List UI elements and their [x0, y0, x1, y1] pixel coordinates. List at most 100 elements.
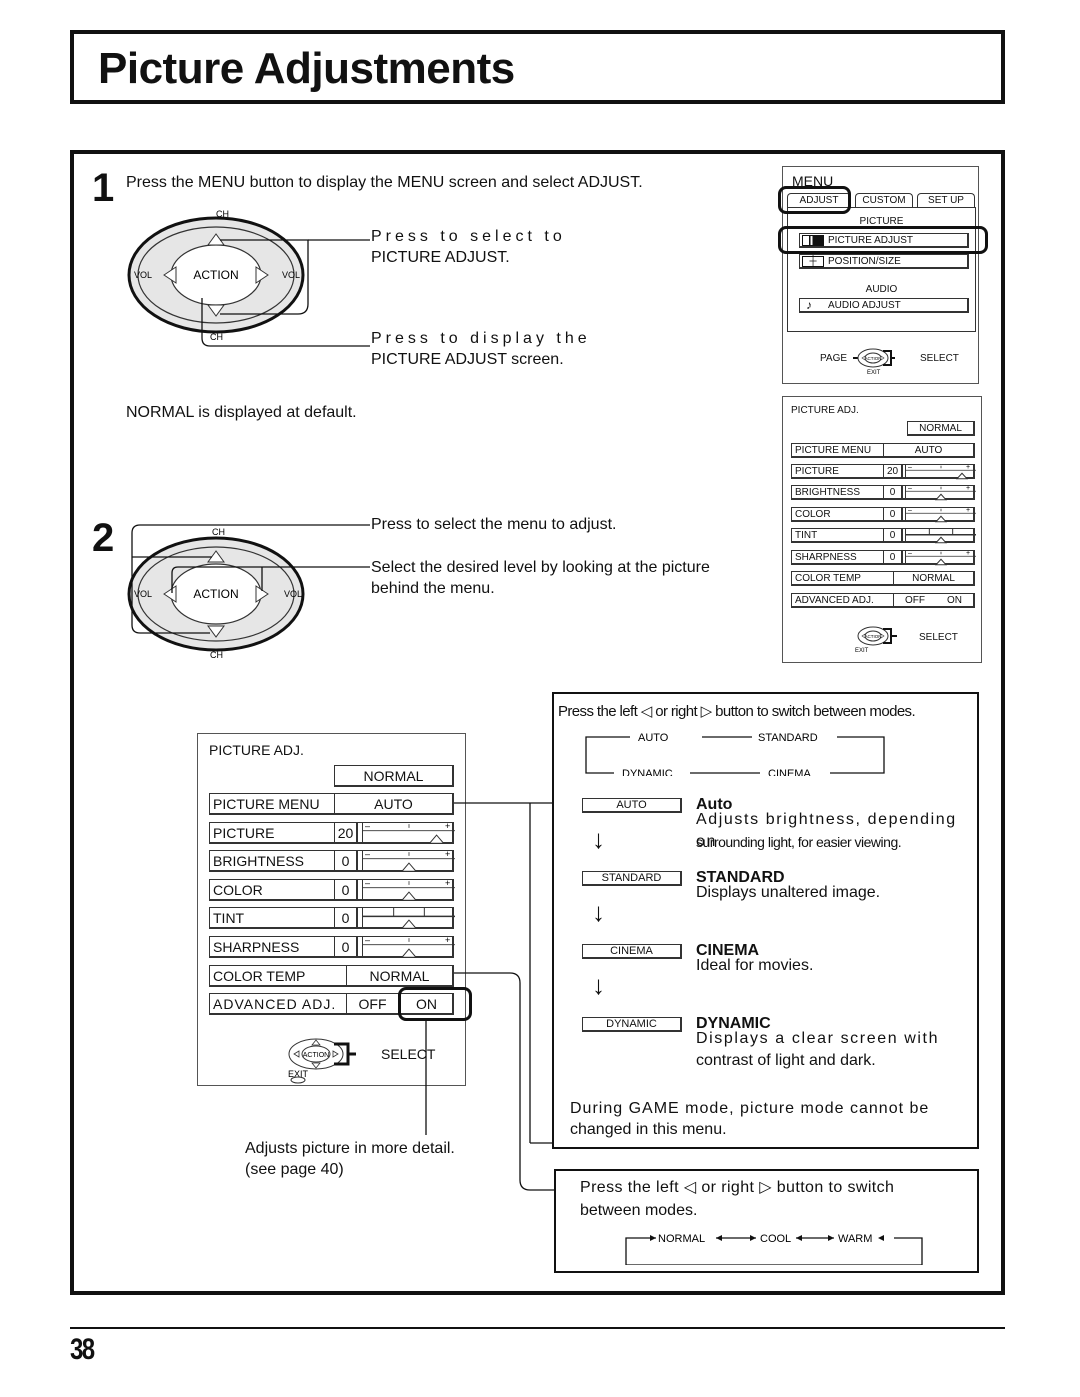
step2-callout-level-2: behind the menu. — [371, 580, 495, 597]
slider-marker — [955, 472, 969, 480]
svg-text:ACTION: ACTION — [864, 634, 881, 639]
step-number-2: 2 — [92, 516, 115, 560]
color-temp-cycle-diagram: NORMAL COOL WARM — [625, 1233, 923, 1265]
down-arrow-icon: ↓ — [592, 970, 605, 1000]
svg-text:–: – — [365, 851, 370, 859]
svg-text:+: + — [966, 486, 970, 492]
svg-text:–: – — [908, 486, 912, 492]
slider-value: 0 — [883, 528, 903, 544]
slider-marker — [400, 919, 418, 929]
slider-value: 0 — [334, 907, 358, 930]
tab-custom[interactable]: CUSTOM — [855, 193, 913, 207]
advanced-off-option[interactable]: OFF — [346, 993, 400, 1015]
mode-description: contrast of light and dark. — [696, 1052, 876, 1069]
cycle-normal: NORMAL — [658, 1233, 705, 1245]
modes-note-line1: During GAME mode, picture mode cannot be — [570, 1100, 930, 1117]
ch-down-label: CH — [210, 332, 223, 342]
slider-marker — [934, 536, 948, 544]
mode-cycle-diagram: AUTO STANDARD CINEMA DYNAMIC — [585, 732, 885, 776]
highlight-adjust-tab — [778, 186, 851, 214]
slider-marker — [934, 558, 948, 565]
svg-text:+: + — [966, 508, 970, 514]
level-slider[interactable]: – + — [905, 549, 976, 565]
menu-item-position-size[interactable]: ┼ POSITION/SIZE — [799, 254, 969, 269]
svg-text:VOL: VOL — [134, 589, 152, 599]
step2-callout-select: Press to select the menu to adjust. — [371, 516, 617, 533]
svg-text:CH: CH — [210, 650, 223, 660]
cycle-standard: STANDARD — [758, 732, 818, 744]
svg-text:–: – — [908, 508, 912, 514]
step2-callout-level-1: Select the desired level by looking at t… — [371, 559, 710, 576]
footer-rule — [70, 1327, 1005, 1329]
highlight-picture-adjust — [778, 226, 988, 254]
slider-value: 0 — [334, 850, 358, 873]
svg-text:–: – — [365, 823, 370, 831]
step1-instruction: Press the MENU button to display the MEN… — [126, 174, 643, 191]
svg-text:ACTION: ACTION — [864, 356, 881, 361]
vol-right-label: VOL — [282, 270, 300, 280]
action-dpad-icon: ACTION EXIT — [288, 1038, 356, 1084]
slider-value: 0 — [334, 878, 358, 901]
cycle-dynamic: DYNAMIC — [622, 768, 673, 776]
remote-control-diagram-1: CH ACTION VOL VOL CH — [127, 209, 370, 347]
mode-box-standard: STANDARD — [582, 871, 682, 886]
action-dpad-icon: ACTION EXIT — [853, 348, 895, 376]
level-slider[interactable]: – + — [905, 506, 976, 523]
color-temp-panel: Press the left ◁ or right ▷ button to sw… — [554, 1169, 979, 1273]
callout-select-line1: Press to select to — [371, 228, 566, 245]
callout-display-line1: Press to display the — [371, 330, 591, 347]
svg-text:ACTION: ACTION — [303, 1052, 329, 1059]
slider-value: 0 — [883, 485, 903, 501]
advanced-note-line1: Adjusts picture in more detail. — [245, 1140, 455, 1157]
cycle-auto: AUTO — [638, 732, 669, 744]
svg-text:–: – — [908, 551, 912, 557]
level-slider[interactable]: – + — [905, 464, 976, 480]
slider-value: 20 — [883, 464, 903, 479]
down-arrow-icon: ↓ — [592, 897, 605, 927]
down-arrow-icon: ↓ — [592, 824, 605, 854]
svg-text:ACTION: ACTION — [193, 587, 238, 601]
preset-field[interactable]: NORMAL — [334, 765, 454, 787]
page-title-box: Picture Adjustments — [70, 30, 1005, 104]
page-title: Picture Adjustments — [98, 44, 515, 93]
slider-marker — [400, 947, 418, 958]
mode-box-cinema: CINEMA — [582, 944, 682, 959]
picture-adj-screen-small: PICTURE ADJ. NORMAL PICTURE MENU AUTO PI… — [782, 396, 982, 663]
svg-text:VOL: VOL — [284, 589, 302, 599]
slider-value: 0 — [883, 506, 903, 522]
svg-text:EXIT: EXIT — [867, 370, 881, 376]
modes-note-line2: changed in this menu. — [570, 1121, 727, 1138]
music-note-icon: ♪ — [806, 298, 812, 312]
footer-select-label: SELECT — [920, 353, 959, 364]
callout-display-line2: PICTURE ADJUST screen. — [371, 351, 564, 368]
svg-text:+: + — [966, 465, 970, 471]
level-slider[interactable] — [905, 528, 976, 544]
svg-text:–: – — [908, 465, 912, 471]
footer-page-label: PAGE — [820, 353, 848, 364]
remote-control-diagram-2: CH ACTION VOL VOL CH — [127, 524, 370, 660]
modes-header: Press the left ◁ or right ▷ button to sw… — [558, 703, 916, 720]
slider-marker — [934, 515, 948, 523]
cycle-warm: WARM — [838, 1233, 872, 1245]
section-audio: AUDIO — [865, 284, 898, 295]
level-slider[interactable]: – + — [905, 485, 976, 501]
page-number: 38 — [70, 1333, 95, 1366]
slider-value: 20 — [334, 822, 358, 844]
step-number-1: 1 — [92, 166, 115, 210]
svg-text:+: + — [966, 551, 970, 557]
mode-box-auto: AUTO — [582, 798, 682, 813]
position-size-icon: ┼ — [802, 256, 824, 267]
vol-left-label: VOL — [134, 270, 152, 280]
advanced-note-line2: (see page 40) — [245, 1161, 344, 1178]
menu-item-audio-adjust[interactable]: ♪ AUDIO ADJUST — [799, 298, 969, 313]
cycle-cinema: CINEMA — [768, 768, 811, 776]
mode-box-dynamic: DYNAMIC — [582, 1017, 682, 1032]
callout-select-line2: PICTURE ADJUST. — [371, 249, 510, 266]
slider-value: 0 — [883, 549, 903, 565]
mode-description: Displays unaltered image. — [696, 884, 881, 901]
svg-text:EXIT: EXIT — [855, 648, 869, 654]
preset-field[interactable]: NORMAL — [907, 421, 975, 436]
tab-setup[interactable]: SET UP — [917, 193, 975, 207]
svg-text:–: – — [365, 937, 370, 945]
mode-description: Ideal for movies. — [696, 957, 814, 974]
